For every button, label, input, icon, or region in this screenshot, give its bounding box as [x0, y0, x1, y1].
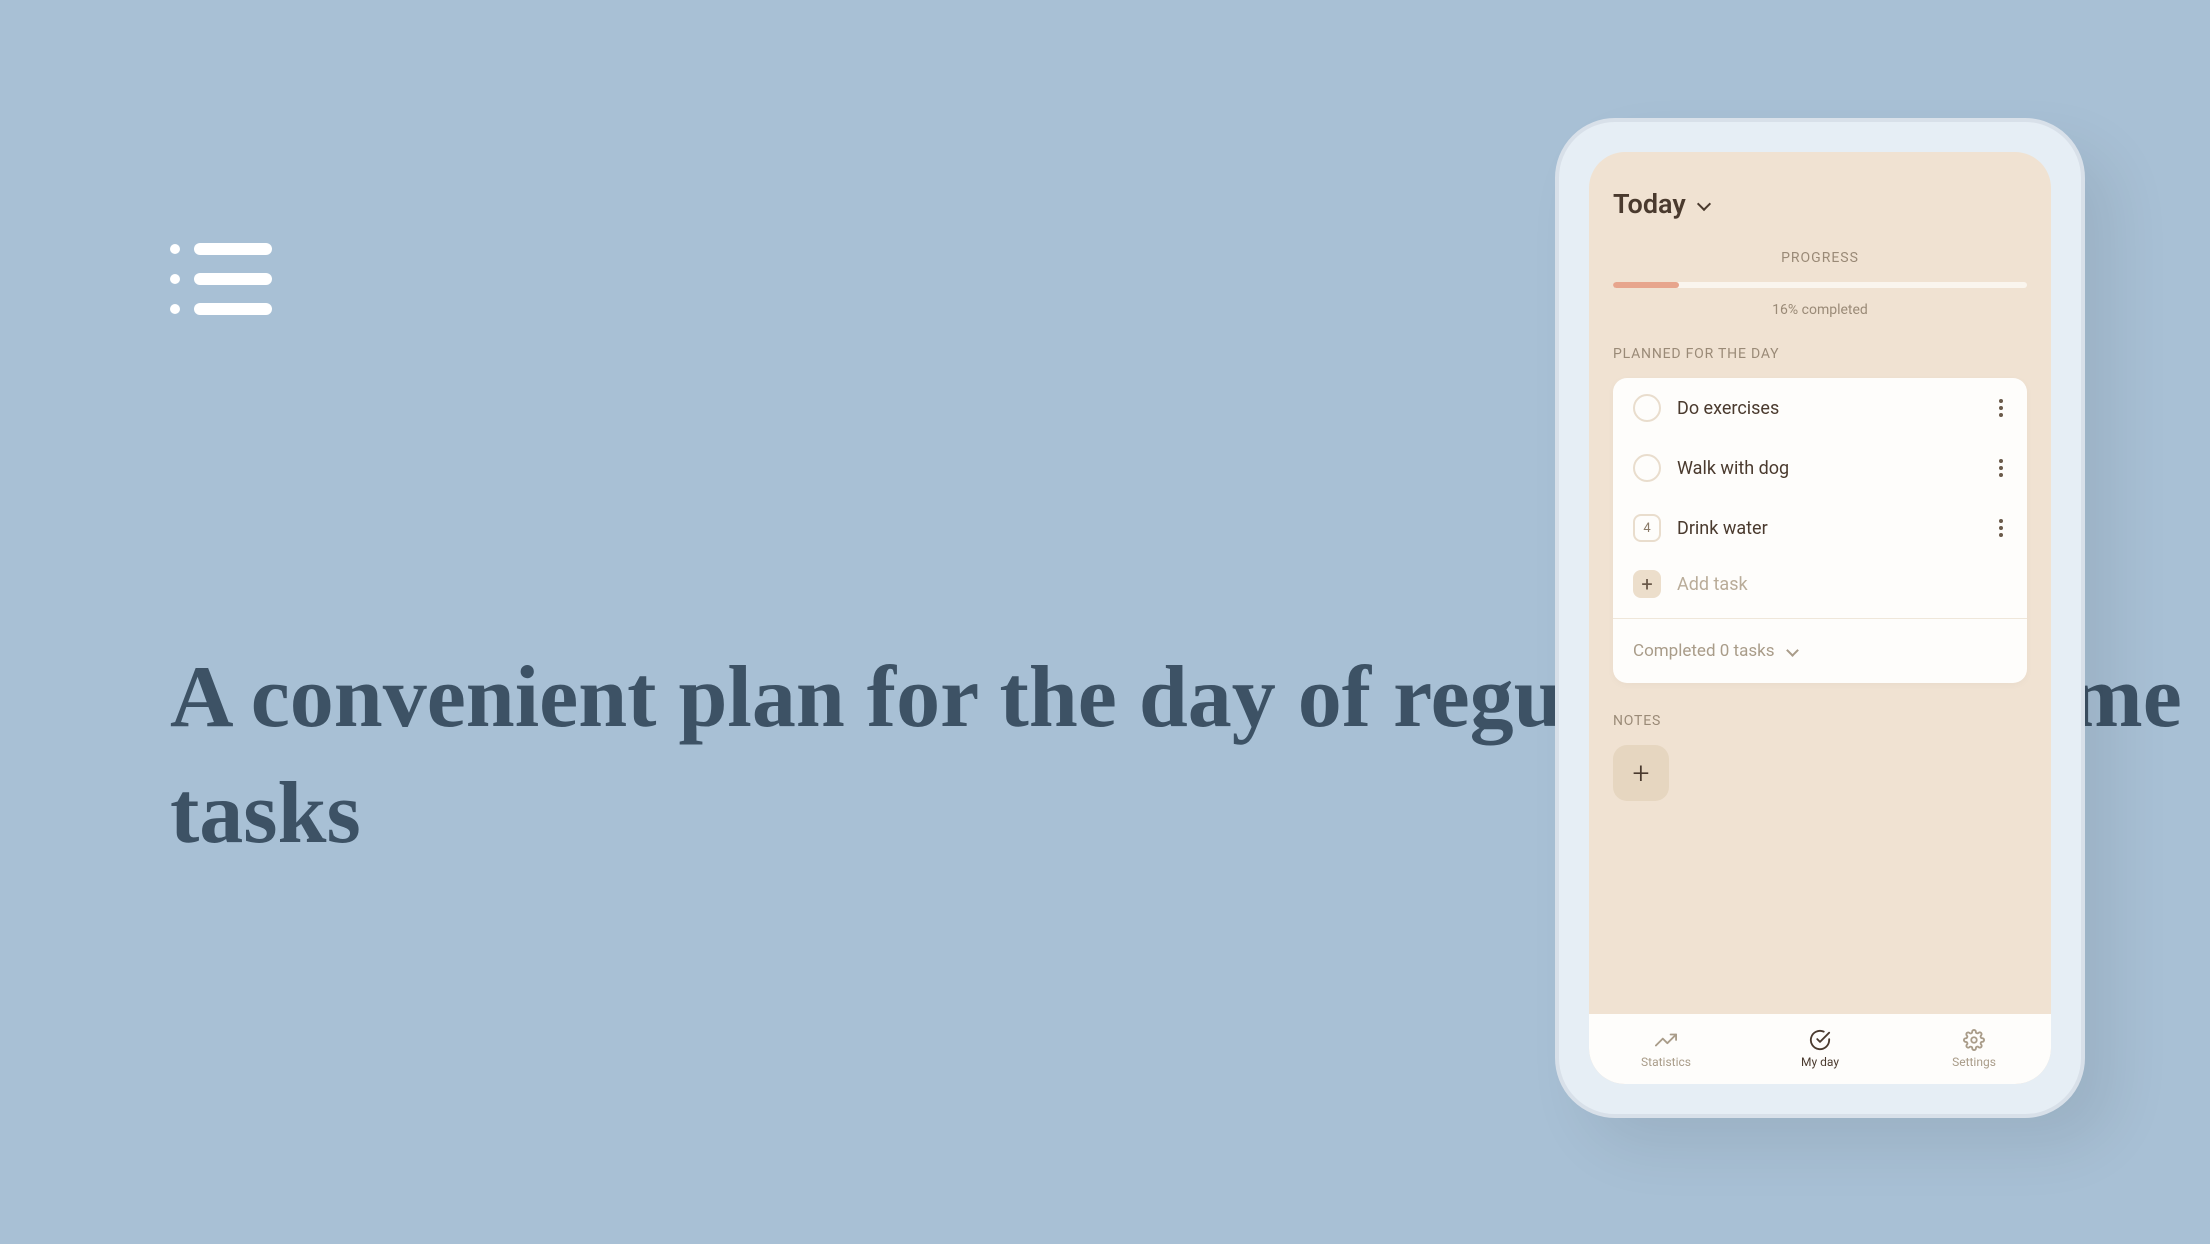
task-label: Do exercises: [1677, 398, 1979, 419]
progress-heading: PROGRESS: [1613, 250, 2027, 266]
planned-section-label: PLANNED FOR THE DAY: [1613, 346, 2027, 362]
bottom-navigation: Statistics My day Settings: [1589, 1014, 2051, 1084]
list-dot-icon: [170, 274, 180, 284]
chevron-down-icon: [1787, 645, 1797, 655]
screen-header[interactable]: Today: [1613, 188, 2027, 220]
task-checkbox[interactable]: [1633, 454, 1661, 482]
list-dot-icon: [170, 304, 180, 314]
task-label: Drink water: [1677, 518, 1979, 539]
phone-mockup-frame: Today PROGRESS 16% completed PLANNED FOR…: [1555, 118, 2085, 1118]
add-task-label: Add task: [1677, 574, 1748, 595]
nav-label: My day: [1801, 1055, 1839, 1069]
list-line-icon: [194, 303, 272, 315]
progress-bar: [1613, 282, 2027, 288]
task-row[interactable]: Do exercises: [1613, 378, 2027, 438]
notes-section-label: NOTES: [1613, 713, 2027, 729]
tasks-card: Do exercises Walk with dog 4 Drink water…: [1613, 378, 2027, 683]
check-circle-icon: [1809, 1029, 1831, 1051]
app-logo: [170, 243, 272, 315]
task-row[interactable]: Walk with dog: [1613, 438, 2027, 498]
nav-label: Statistics: [1641, 1055, 1691, 1069]
more-options-icon[interactable]: [1995, 455, 2007, 481]
plus-icon: +: [1633, 756, 1650, 791]
gear-icon: [1963, 1029, 1985, 1051]
add-note-button[interactable]: +: [1613, 745, 1669, 801]
trending-up-icon: [1655, 1029, 1677, 1051]
add-task-row[interactable]: + Add task: [1613, 558, 2027, 618]
nav-settings[interactable]: Settings: [1897, 1014, 2051, 1084]
completed-toggle[interactable]: Completed 0 tasks: [1613, 619, 2027, 683]
chevron-down-icon: [1696, 197, 1710, 211]
list-line-icon: [194, 273, 272, 285]
completed-label: Completed 0 tasks: [1633, 641, 1775, 661]
date-selector-label: Today: [1613, 188, 1686, 220]
task-checkbox[interactable]: [1633, 394, 1661, 422]
progress-text: 16% completed: [1613, 302, 2027, 318]
notes-section: NOTES +: [1613, 713, 2027, 801]
list-dot-icon: [170, 244, 180, 254]
progress-fill: [1613, 282, 1679, 288]
progress-section: PROGRESS 16% completed: [1613, 250, 2027, 318]
more-options-icon[interactable]: [1995, 515, 2007, 541]
nav-label: Settings: [1952, 1055, 1996, 1069]
nav-statistics[interactable]: Statistics: [1589, 1014, 1743, 1084]
task-label: Walk with dog: [1677, 458, 1979, 479]
nav-my-day[interactable]: My day: [1743, 1014, 1897, 1084]
phone-screen: Today PROGRESS 16% completed PLANNED FOR…: [1589, 152, 2051, 1084]
task-row[interactable]: 4 Drink water: [1613, 498, 2027, 558]
list-line-icon: [194, 243, 272, 255]
more-options-icon[interactable]: [1995, 395, 2007, 421]
task-counter[interactable]: 4: [1633, 514, 1661, 542]
plus-icon: +: [1633, 570, 1661, 598]
